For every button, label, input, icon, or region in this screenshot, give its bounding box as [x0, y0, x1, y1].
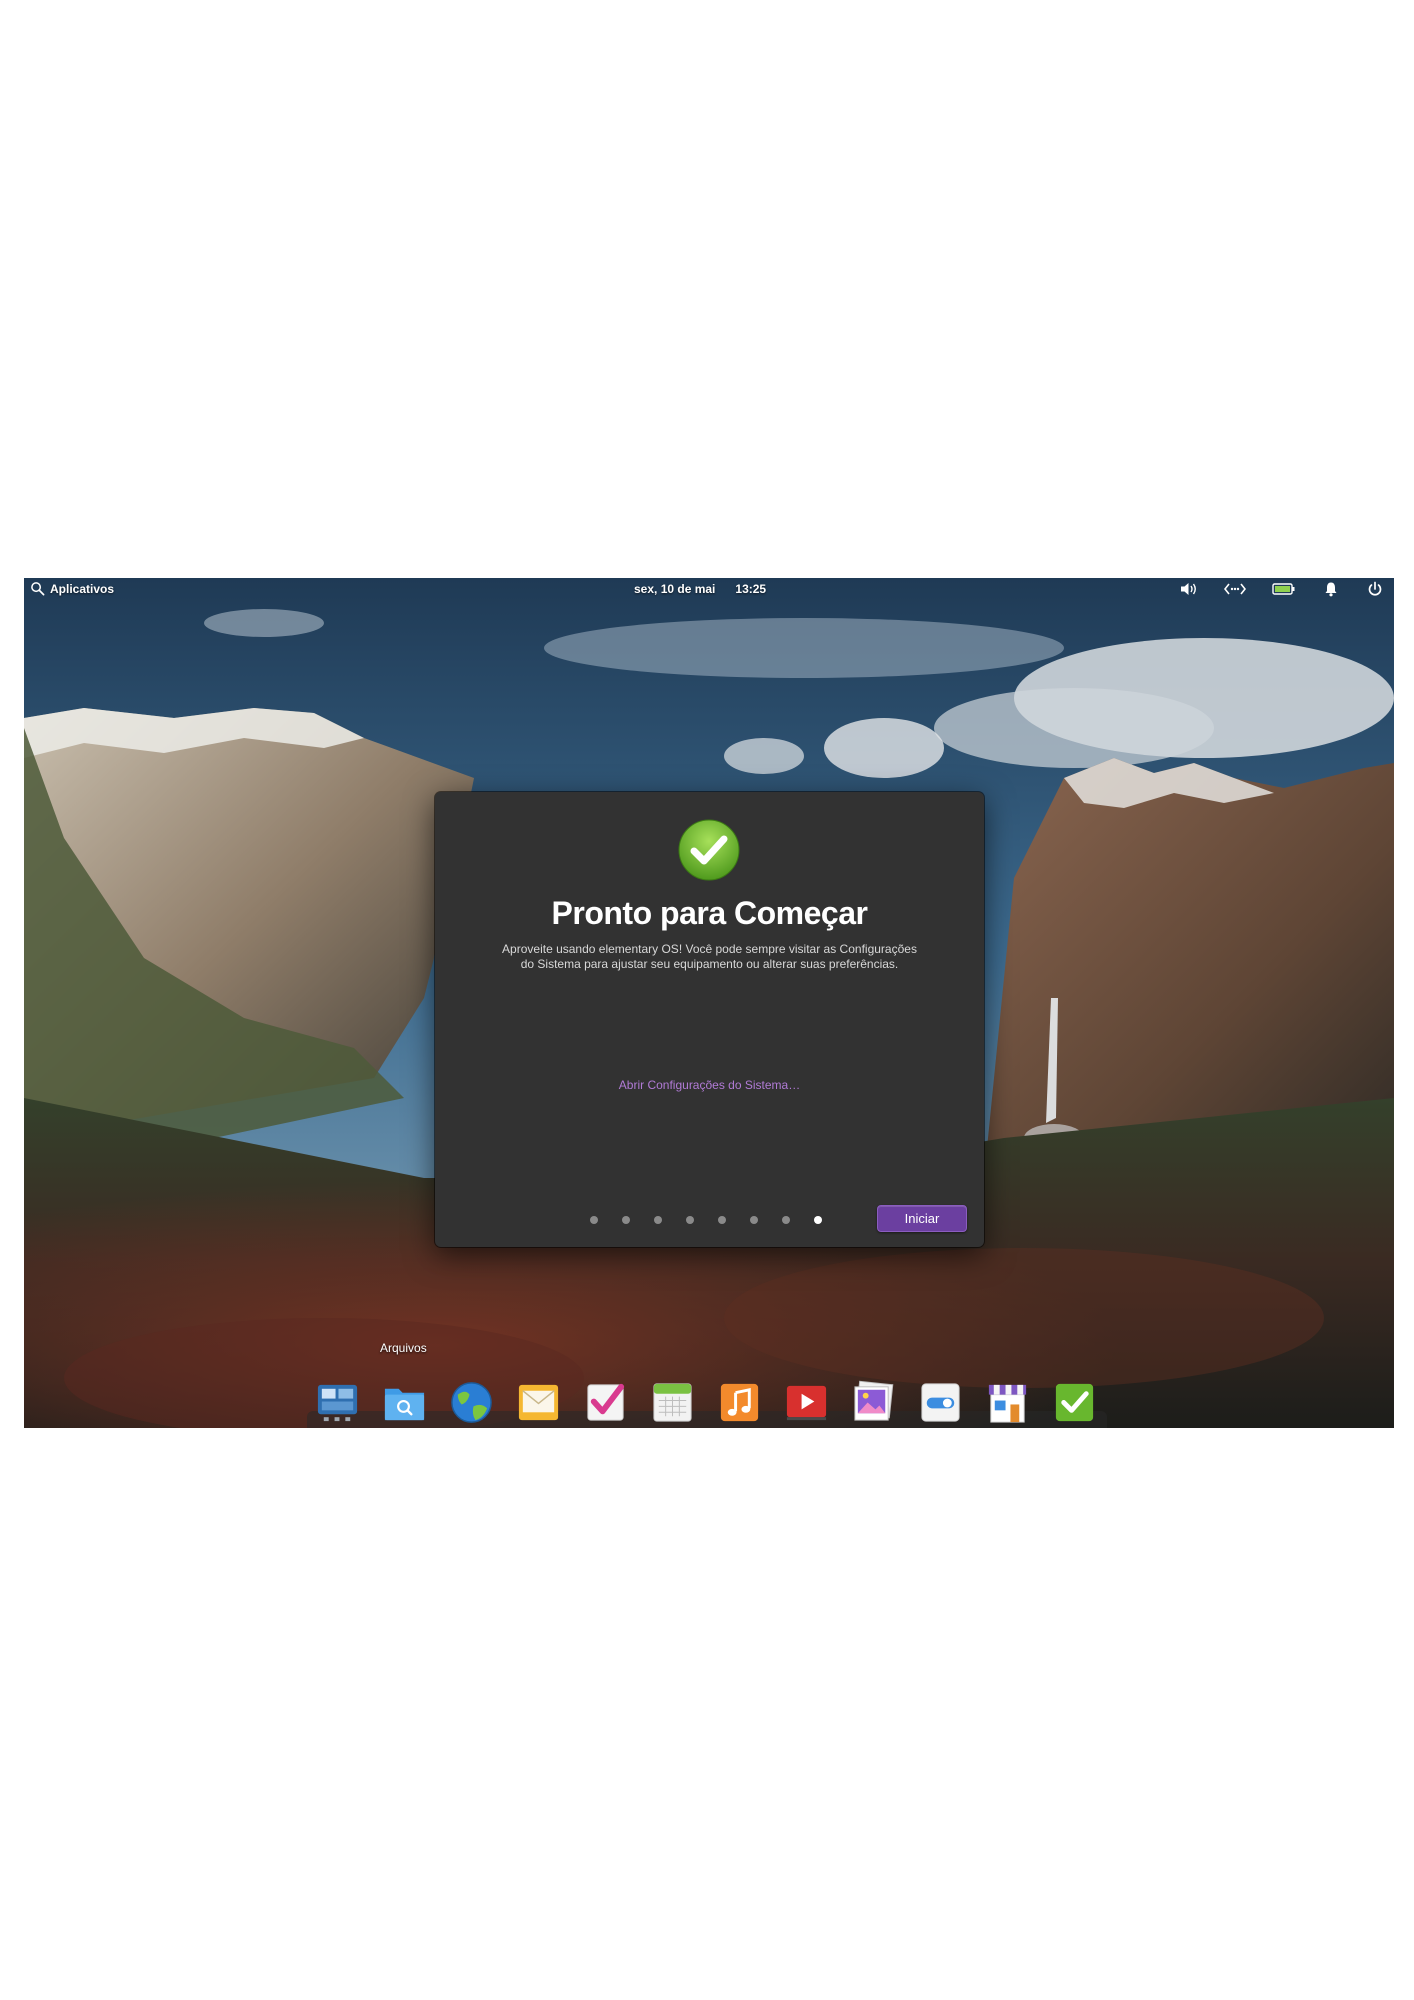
- videos-icon[interactable]: [783, 1379, 830, 1426]
- open-system-settings-link[interactable]: Abrir Configurações do Sistema…: [435, 1078, 984, 1092]
- mail-icon[interactable]: [515, 1379, 562, 1426]
- calendar-icon[interactable]: [649, 1379, 696, 1426]
- web-browser-icon[interactable]: [448, 1379, 495, 1426]
- description-line-1: Aproveite usando elementary OS! Você pod…: [502, 942, 917, 956]
- datetime-indicator[interactable]: sex, 10 de mai 13:25: [634, 582, 766, 596]
- applications-menu[interactable]: Aplicativos: [30, 581, 114, 596]
- power-icon[interactable]: [1366, 581, 1384, 597]
- page-dot-2[interactable]: [622, 1216, 630, 1224]
- notifications-icon[interactable]: [1322, 581, 1340, 597]
- page-dot-4[interactable]: [686, 1216, 694, 1224]
- page-dot-3[interactable]: [654, 1216, 662, 1224]
- multitasking-view-icon[interactable]: [314, 1379, 361, 1426]
- page-dot-1[interactable]: [590, 1216, 598, 1224]
- initial-setup-icon[interactable]: [1051, 1379, 1098, 1426]
- photos-icon[interactable]: [850, 1379, 897, 1426]
- dock: [314, 1379, 1098, 1426]
- description-line-2: do Sistema para ajustar seu equipamento …: [520, 957, 899, 971]
- top-panel: Aplicativos sex, 10 de mai 13:25: [24, 578, 1394, 600]
- page-indicator: [590, 1216, 822, 1224]
- start-button[interactable]: Iniciar: [877, 1205, 967, 1232]
- date-label: sex, 10 de mai: [634, 582, 716, 596]
- system-tray: [1180, 581, 1384, 597]
- page-dot-6[interactable]: [750, 1216, 758, 1224]
- files-icon[interactable]: [381, 1379, 428, 1426]
- network-icon[interactable]: [1224, 581, 1246, 597]
- dialog-title: Pronto para Começar: [551, 895, 868, 931]
- page-dot-7[interactable]: [782, 1216, 790, 1224]
- time-label: 13:25: [735, 582, 767, 596]
- dock-tooltip: Arquivos: [380, 1341, 427, 1355]
- battery-icon[interactable]: [1272, 581, 1296, 597]
- dialog-description: Aproveite usando elementary OS! Você pod…: [465, 942, 954, 972]
- music-icon[interactable]: [716, 1379, 763, 1426]
- search-icon: [31, 582, 45, 596]
- page-dot-8[interactable]: [814, 1216, 822, 1224]
- tasks-icon[interactable]: [582, 1379, 629, 1426]
- desktop-screen: Aplicativos sex, 10 de mai 13:25 Pronto …: [24, 578, 1394, 1428]
- check-icon: [678, 819, 740, 881]
- volume-icon[interactable]: [1180, 581, 1198, 597]
- page-dot-5[interactable]: [718, 1216, 726, 1224]
- welcome-dialog: Pronto para Começar Aproveite usando ele…: [435, 792, 984, 1247]
- applications-label: Aplicativos: [50, 581, 115, 596]
- appcenter-icon[interactable]: [984, 1379, 1031, 1426]
- page: Aplicativos sex, 10 de mai 13:25 Pronto …: [0, 0, 1414, 2000]
- system-settings-icon[interactable]: [917, 1379, 964, 1426]
